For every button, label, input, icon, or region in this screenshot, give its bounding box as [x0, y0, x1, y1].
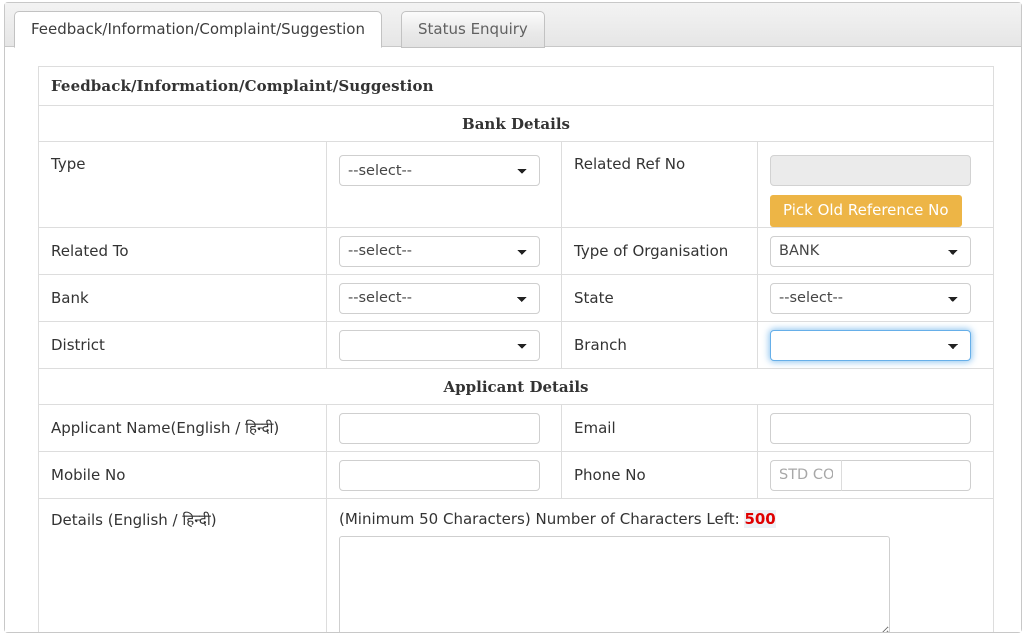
label-applicant-name: Applicant Name(English / हिन्दी)	[38, 404, 327, 452]
feedback-form-table: Feedback/Information/Complaint/Suggestio…	[37, 66, 995, 632]
details-hint: (Minimum 50 Characters) Number of Charac…	[339, 510, 981, 528]
field-type-of-organisation-cell: BANK	[756, 227, 995, 275]
tab-panel-feedback: Feedback/Information/Complaint/Suggestio…	[5, 47, 1021, 632]
field-mobile-no-cell	[326, 451, 562, 499]
phone-no-group	[770, 459, 971, 491]
row-name-email: Applicant Name(English / हिन्दी) Email	[38, 404, 995, 452]
field-applicant-name-cell	[326, 404, 562, 452]
label-district: District	[38, 321, 327, 369]
row-district-branch: District Branch	[38, 321, 995, 369]
mobile-no-input[interactable]	[339, 459, 540, 491]
characters-left-count: 500	[744, 510, 776, 528]
tab-bar: Feedback/Information/Complaint/Suggestio…	[5, 3, 1021, 48]
details-hint-text: (Minimum 50 Characters) Number of Charac…	[339, 510, 740, 528]
applicant-name-input[interactable]	[339, 412, 540, 444]
label-related-ref-no: Related Ref No	[561, 141, 758, 228]
tab-feedback[interactable]: Feedback/Information/Complaint/Suggestio…	[14, 11, 382, 48]
field-bank-cell: --select--	[326, 274, 562, 322]
related-to-select[interactable]: --select--	[339, 235, 540, 267]
label-phone-no: Phone No	[561, 451, 758, 499]
section-header-applicant-details: Applicant Details	[37, 368, 995, 405]
details-textarea[interactable]	[339, 536, 890, 632]
tab-widget: Feedback/Information/Complaint/Suggestio…	[4, 2, 1022, 633]
label-related-to: Related To	[38, 227, 327, 275]
label-bank: Bank	[38, 274, 327, 322]
section-applicant-details-row: Applicant Details	[37, 368, 995, 405]
row-details: Details (English / हिन्दी) (Minimum 50 C…	[38, 498, 995, 632]
district-select[interactable]	[339, 329, 540, 361]
form-title-row: Feedback/Information/Complaint/Suggestio…	[37, 66, 995, 106]
label-type: Type	[38, 141, 327, 228]
tab-status-enquiry[interactable]: Status Enquiry	[401, 11, 545, 48]
row-mobile-phone: Mobile No Phone No	[38, 451, 995, 499]
tab-status-enquiry-label: Status Enquiry	[418, 20, 528, 38]
field-related-to-cell: --select--	[326, 227, 562, 275]
field-phone-no-cell	[756, 451, 995, 499]
field-state-cell: --select--	[756, 274, 995, 322]
label-details: Details (English / हिन्दी)	[38, 498, 327, 632]
row-type-relatedref: Type --select-- Related Ref No Pick Old …	[38, 141, 995, 228]
section-header-bank-details: Bank Details	[37, 105, 995, 142]
row-bank-state: Bank --select-- State --select--	[38, 274, 995, 322]
label-branch: Branch	[561, 321, 758, 369]
page-title: Feedback/Information/Complaint/Suggestio…	[37, 66, 995, 106]
type-select[interactable]: --select--	[339, 155, 540, 186]
label-email: Email	[561, 404, 758, 452]
field-related-ref-no-cell: Pick Old Reference No	[756, 141, 995, 228]
email-input[interactable]	[770, 412, 971, 444]
bank-select[interactable]: --select--	[339, 282, 540, 314]
related-ref-no-input	[770, 155, 971, 186]
branch-select[interactable]	[770, 329, 971, 361]
field-branch-cell	[756, 321, 995, 369]
pick-old-reference-no-button[interactable]: Pick Old Reference No	[770, 195, 962, 227]
field-type-cell: --select--	[326, 141, 562, 228]
field-district-cell	[326, 321, 562, 369]
state-select[interactable]: --select--	[770, 282, 971, 314]
field-details-cell: (Minimum 50 Characters) Number of Charac…	[325, 498, 995, 632]
row-relatedto-orgtype: Related To --select-- Type of Organisati…	[38, 227, 995, 275]
label-type-of-organisation: Type of Organisation	[561, 227, 758, 275]
section-bank-details-row: Bank Details	[37, 105, 995, 142]
std-code-input[interactable]	[770, 459, 842, 491]
tab-feedback-label: Feedback/Information/Complaint/Suggestio…	[31, 20, 365, 38]
type-of-organisation-select[interactable]: BANK	[770, 235, 971, 267]
label-mobile-no: Mobile No	[38, 451, 327, 499]
phone-no-input[interactable]	[842, 459, 971, 491]
label-state: State	[561, 274, 758, 322]
field-email-cell	[756, 404, 995, 452]
